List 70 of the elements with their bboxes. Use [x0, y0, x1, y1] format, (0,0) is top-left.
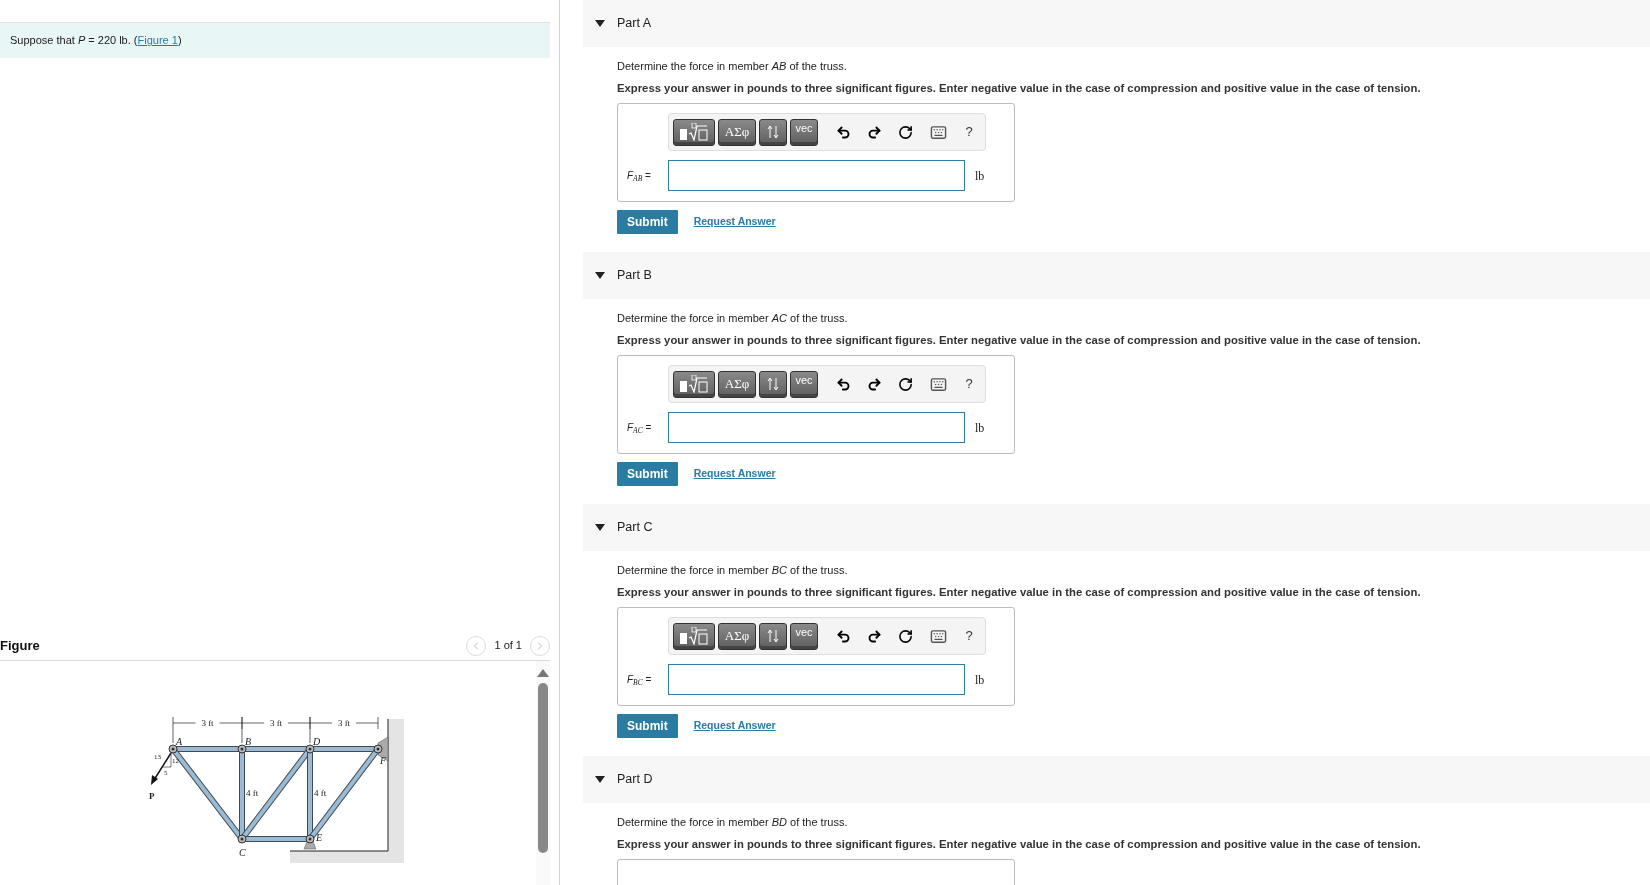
question-text: Determine the force in member BD of the truss.: [617, 815, 849, 830]
unit-label: lb: [975, 419, 985, 437]
figure-title: Figure: [0, 636, 40, 655]
page-counter: 1 of 1: [494, 638, 522, 654]
help-button[interactable]: ?: [957, 626, 981, 646]
part-title: Part A: [617, 15, 652, 33]
instruction-text: Express your answer in pounds to three significant figures. Enter negative value in the case of compression and positive value in the case of tension.: [617, 836, 1422, 852]
part-title: Part D: [617, 771, 653, 789]
part-header[interactable]: Part A: [583, 0, 1650, 47]
answer-field[interactable]: [668, 160, 965, 191]
help-button[interactable]: ?: [957, 374, 981, 394]
vector-button[interactable]: vec: [790, 370, 818, 398]
fraction-root-icon: [679, 375, 709, 393]
request-answer-link[interactable]: Request Answer: [693, 718, 776, 734]
question-text: Determine the force in member AB of the truss.: [617, 59, 848, 74]
up-down-arrows-icon: [767, 629, 779, 643]
greek-button[interactable]: ΑΣφ: [718, 370, 756, 398]
arrows-button[interactable]: [759, 370, 787, 398]
request-answer-link[interactable]: Request Answer: [693, 466, 776, 482]
keyboard-icon: [929, 627, 947, 645]
vector-button[interactable]: vec: [790, 622, 818, 650]
instruction-text: Express your answer in pounds to three significant figures. Enter negative value in the case of compression and positive value in the case of tension.: [617, 332, 1422, 348]
part-title: Part C: [617, 519, 653, 537]
question-text: Determine the force in member AC of the truss.: [617, 311, 849, 326]
question-text: Determine the force in member BC of the truss.: [617, 563, 849, 578]
unit-label: lb: [975, 671, 985, 689]
redo-icon: [866, 628, 882, 644]
vector-button[interactable]: vec: [790, 118, 818, 146]
fraction-root-icon: [679, 123, 709, 141]
submit-button[interactable]: Submit: [617, 462, 678, 486]
submit-button[interactable]: Submit: [617, 210, 678, 234]
answer-field[interactable]: [668, 412, 965, 443]
greek-button[interactable]: ΑΣφ: [718, 118, 756, 146]
instruction-text: Express your answer in pounds to three significant figures. Enter negative value in the case of compression and positive value in the case of tension.: [617, 80, 1422, 96]
request-answer-link[interactable]: Request Answer: [693, 214, 776, 230]
template-button[interactable]: [673, 118, 715, 146]
greek-button[interactable]: ΑΣφ: [718, 622, 756, 650]
up-down-arrows-icon: [767, 377, 779, 391]
reset-icon: [897, 124, 913, 140]
answer-field[interactable]: [668, 664, 965, 695]
undo-icon: [835, 124, 851, 140]
answer-label: F$_{BC}$ =: [627, 673, 653, 687]
answer-label: F$_{AC}$ =: [627, 421, 653, 435]
figure-link[interactable]: Figure 1: [137, 34, 178, 47]
fraction-root-icon: [679, 627, 709, 645]
up-down-arrows-icon: [767, 125, 779, 139]
arrows-button[interactable]: [759, 118, 787, 146]
redo-icon: [866, 124, 882, 140]
undo-icon: [835, 628, 851, 644]
reset-icon: [897, 628, 913, 644]
undo-icon: [835, 376, 851, 392]
problem-statement: Suppose that P = 220 lb. (Figure 1): [10, 33, 182, 49]
redo-icon: [866, 376, 882, 392]
part-header[interactable]: Part D: [583, 756, 1650, 803]
part-header[interactable]: Part B: [583, 252, 1650, 299]
scroll-up-icon: [537, 669, 549, 677]
part-header[interactable]: Part C: [583, 504, 1650, 551]
keyboard-icon: [929, 123, 947, 141]
scrollbar[interactable]: [536, 661, 550, 885]
submit-button[interactable]: Submit: [617, 714, 678, 738]
part-title: Part B: [617, 267, 652, 285]
keyboard-icon: [929, 375, 947, 393]
unit-label: lb: [975, 167, 985, 185]
template-button[interactable]: [673, 622, 715, 650]
help-button[interactable]: ?: [957, 122, 981, 142]
reset-icon: [897, 376, 913, 392]
answer-label: F$_{AB}$ =: [627, 169, 652, 183]
arrows-button[interactable]: [759, 622, 787, 650]
instruction-text: Express your answer in pounds to three significant figures. Enter negative value in the case of compression and positive value in the case of tension.: [617, 584, 1422, 600]
template-button[interactable]: [673, 370, 715, 398]
